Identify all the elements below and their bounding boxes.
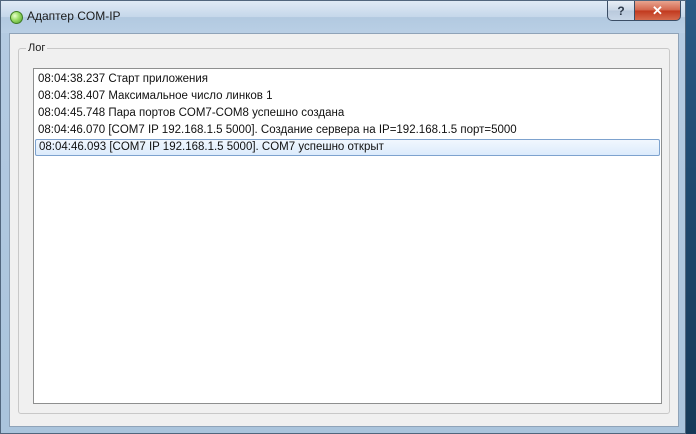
app-window: Адаптер COM-IP ? ✕ Лог 08:04:38.237 Стар… bbox=[0, 0, 686, 434]
client-area: Лог 08:04:38.237 Старт приложения 08:04:… bbox=[9, 33, 679, 427]
list-item[interactable]: 08:04:46.070 [COM7 IP 192.168.1.5 5000].… bbox=[35, 122, 660, 139]
log-group-label: Лог bbox=[26, 42, 48, 54]
list-item-selected[interactable]: 08:04:46.093 [COM7 IP 192.168.1.5 5000].… bbox=[35, 139, 660, 156]
help-button[interactable]: ? bbox=[607, 1, 635, 21]
list-item[interactable]: 08:04:38.407 Максимальное число линков 1 bbox=[35, 88, 660, 105]
close-button[interactable]: ✕ bbox=[634, 1, 681, 21]
list-item[interactable]: 08:04:45.748 Пара портов COM7-COM8 успеш… bbox=[35, 105, 660, 122]
log-listbox[interactable]: 08:04:38.237 Старт приложения 08:04:38.4… bbox=[33, 68, 662, 404]
title-bar[interactable]: Адаптер COM-IP ? ✕ bbox=[1, 1, 685, 33]
app-icon bbox=[10, 11, 23, 24]
list-item[interactable]: 08:04:38.237 Старт приложения bbox=[35, 71, 660, 88]
window-title: Адаптер COM-IP bbox=[27, 9, 121, 23]
desktop-background bbox=[686, 0, 696, 434]
